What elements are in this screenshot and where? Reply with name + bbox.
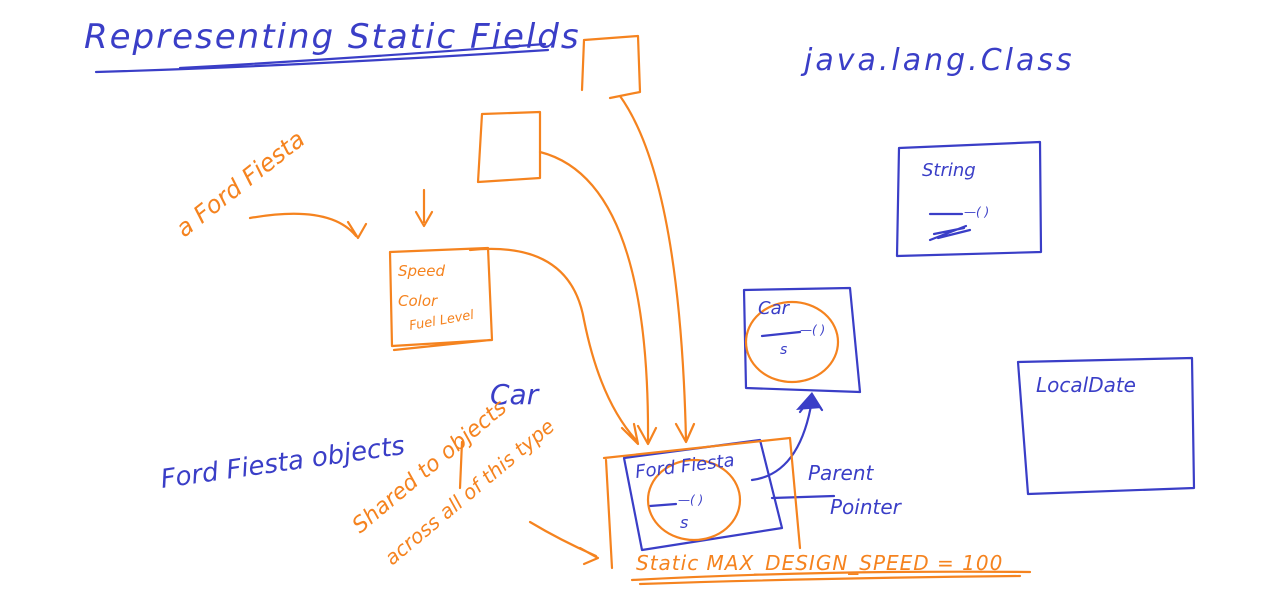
header-label: java.lang.Class xyxy=(800,43,1075,78)
pointer-underline xyxy=(770,494,836,500)
ford-fiesta-objects-label: Ford Fiesta objects xyxy=(159,431,407,495)
ford-fiesta-class-static: s xyxy=(680,513,688,532)
string-static-scribble xyxy=(928,224,972,242)
parent-label: Parent xyxy=(808,461,875,485)
car-class-fields: —( ) xyxy=(800,323,825,337)
whiteboard-canvas: Representing Static Fields java.lang.Cla… xyxy=(0,0,1268,590)
car-field-line xyxy=(760,330,802,338)
string-class-title: String xyxy=(922,160,976,181)
ford-fiesta-class-fields: —( ) xyxy=(678,493,703,507)
a-ford-fiesta-label: a Ford Fiesta xyxy=(170,125,310,243)
arrow-middle-to-fiesta xyxy=(538,150,658,446)
localdate-class-title: LocalDate xyxy=(1036,373,1136,397)
whiteboard-drawing: Representing Static Fields java.lang.Cla… xyxy=(84,17,1196,586)
car-class-static: s xyxy=(780,342,787,358)
shared-note-arrow xyxy=(528,520,600,566)
instance-line-fuel: Fuel Level xyxy=(408,308,475,334)
parent-arrowhead xyxy=(796,392,822,410)
page-title: Representing Static Fields xyxy=(84,17,581,57)
a-ford-fiesta-arrow xyxy=(248,212,368,240)
pointer-label: Pointer xyxy=(830,495,903,519)
instance-line-speed: Speed xyxy=(398,262,446,280)
middle-orange-box xyxy=(476,110,542,184)
static-field-label: Static MAX_DESIGN_SPEED = 100 xyxy=(636,551,1003,575)
instance-down-arrow xyxy=(414,188,434,228)
top-orange-box xyxy=(580,34,642,100)
ford-fiesta-field-line xyxy=(648,502,678,508)
string-class-fields: —( ) xyxy=(964,205,989,219)
car-class-title: Car xyxy=(758,298,791,319)
instance-line-color: Color xyxy=(398,292,438,310)
